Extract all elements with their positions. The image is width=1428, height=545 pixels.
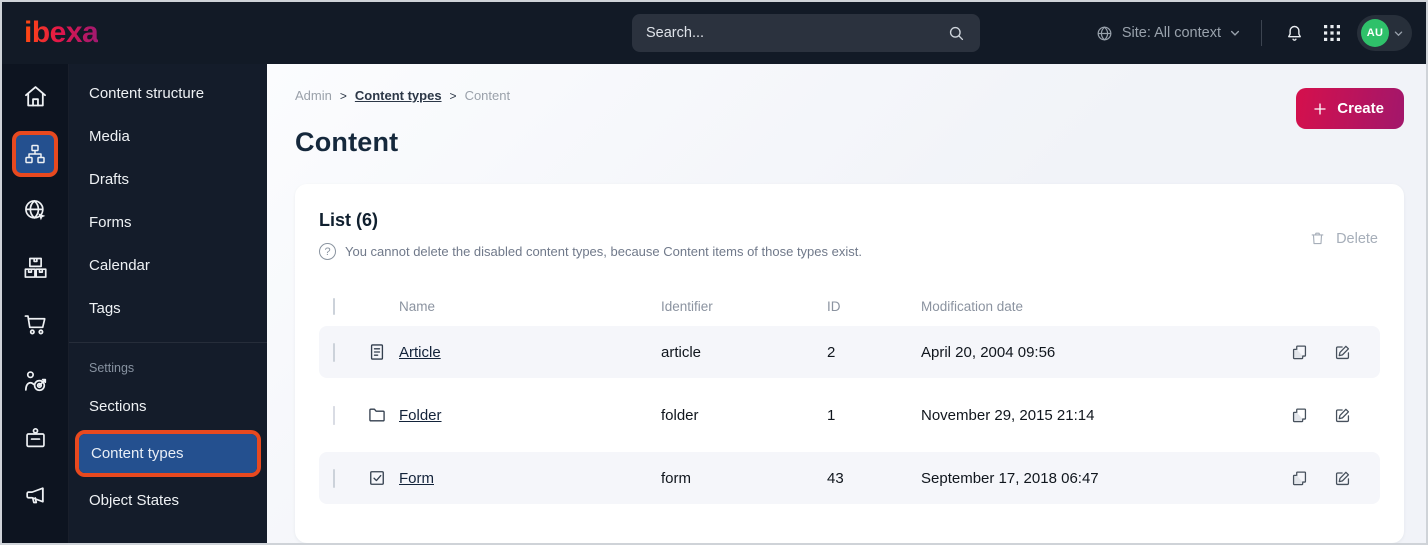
chevron-down-icon [1229,27,1241,39]
content-types-selected-highlight: Content types [75,430,261,477]
icon-rail [2,64,69,543]
content-types-table: Name Identifier ID Modification date Art… [319,286,1380,504]
cell-id: 43 [827,469,844,487]
edit-icon[interactable] [1333,343,1352,362]
topbar-divider [1261,20,1262,46]
user-menu[interactable]: AU [1357,15,1412,51]
cell-identifier: folder [661,406,699,424]
megaphone-icon[interactable] [2,467,68,524]
sidebar: Content structure Media Drafts Forms Cal… [69,64,267,543]
cell-modification-date: September 17, 2018 06:47 [921,469,1099,487]
trash-icon [1309,230,1326,247]
main-content: Admin > Content types > Content Create C… [267,64,1426,543]
content-tree-icon-selected-highlight [12,130,58,177]
topbar: ibexa Site: All context [2,2,1426,64]
sidebar-settings-group: Settings Sections Content types Object S… [69,342,267,522]
sidebar-item-object-states[interactable]: Object States [69,479,267,522]
sidebar-settings-label: Settings [89,361,135,375]
page-title: Content [295,127,399,157]
content-type-link[interactable]: Form [399,470,434,487]
article-icon [367,342,387,362]
row-checkbox-disabled [333,405,335,425]
site-globe-icon[interactable] [2,182,68,239]
edit-icon[interactable] [1333,406,1352,425]
globe-icon [1095,24,1114,43]
app-grid-icon[interactable] [1321,22,1343,44]
breadcrumb: Admin > Content types > Content [295,88,1404,103]
copy-icon[interactable] [1290,343,1309,362]
table-header-row: Name Identifier ID Modification date [319,286,1380,326]
sidebar-item-drafts[interactable]: Drafts [69,158,267,201]
create-button[interactable]: Create [1296,88,1404,129]
form-icon [367,468,387,488]
breadcrumb-separator: > [449,88,457,103]
header-identifier: Identifier [661,298,713,314]
sidebar-item-media[interactable]: Media [69,115,267,158]
avatar: AU [1361,19,1389,47]
site-context-selector[interactable]: Site: All context [1095,24,1241,43]
header-name: Name [399,298,436,314]
sidebar-item-calendar[interactable]: Calendar [69,244,267,287]
delete-button[interactable]: Delete [1309,230,1378,247]
ibexa-logo[interactable]: ibexa [24,16,99,50]
plus-icon [1312,101,1328,117]
global-search[interactable] [632,14,980,52]
copy-icon[interactable] [1290,469,1309,488]
search-input[interactable] [646,25,947,41]
breadcrumb-current: Content [464,88,511,103]
content-types-list-card: List (6) ? You cannot delete the disable… [295,184,1404,543]
row-checkbox[interactable] [333,468,335,488]
breadcrumb-separator: > [339,88,347,103]
select-all-checkbox[interactable] [333,297,335,315]
list-helper: ? You cannot delete the disabled content… [319,243,1380,260]
chevron-down-icon [1393,28,1404,39]
content-tree-rail-item[interactable] [2,125,68,182]
packages-icon[interactable] [2,239,68,296]
cell-modification-date: November 29, 2015 21:14 [921,406,1095,424]
breadcrumb-content-types-link[interactable]: Content types [355,88,442,103]
cell-modification-date: April 20, 2004 09:56 [921,343,1056,361]
folder-icon [367,405,387,425]
cart-icon[interactable] [2,296,68,353]
delete-button-label: Delete [1336,230,1378,247]
site-context-label: Site: All context [1121,25,1221,41]
sidebar-item-content-structure[interactable]: Content structure [69,72,267,115]
personalization-target-icon[interactable] [2,353,68,410]
notifications-bell-icon[interactable] [1282,21,1307,46]
table-row: Folder folder 1 November 29, 2015 21:14 [319,389,1380,441]
create-button-label: Create [1337,100,1384,117]
edit-icon[interactable] [1333,469,1352,488]
content-type-link[interactable]: Folder [399,407,442,424]
table-row: Form form 43 September 17, 2018 06:47 [319,452,1380,504]
app-window: ibexa Site: All context [0,0,1428,545]
cell-id: 1 [827,406,836,424]
cell-identifier: article [661,343,702,361]
sidebar-item-sections[interactable]: Sections [69,385,267,428]
row-checkbox[interactable] [333,342,335,362]
topbar-right: Site: All context AU [1095,15,1412,51]
breadcrumb-admin[interactable]: Admin [295,88,332,103]
cell-id: 2 [827,343,836,361]
list-helper-text: You cannot delete the disabled content t… [345,244,862,259]
content-type-link[interactable]: Article [399,344,441,361]
home-icon[interactable] [2,68,68,125]
search-icon[interactable] [947,24,966,43]
badge-icon[interactable] [2,410,68,467]
cell-identifier: form [661,469,691,487]
copy-icon[interactable] [1290,406,1309,425]
content-tree-icon [25,144,45,163]
question-circle-icon: ? [319,243,336,260]
table-row: Article article 2 April 20, 2004 09:56 [319,326,1380,378]
header-id: ID [827,298,841,314]
header-modification-date: Modification date [921,298,1024,314]
sidebar-item-tags[interactable]: Tags [69,287,267,330]
list-title: List (6) [319,210,379,230]
sidebar-item-forms[interactable]: Forms [69,201,267,244]
sidebar-item-content-types[interactable]: Content types [79,434,257,473]
